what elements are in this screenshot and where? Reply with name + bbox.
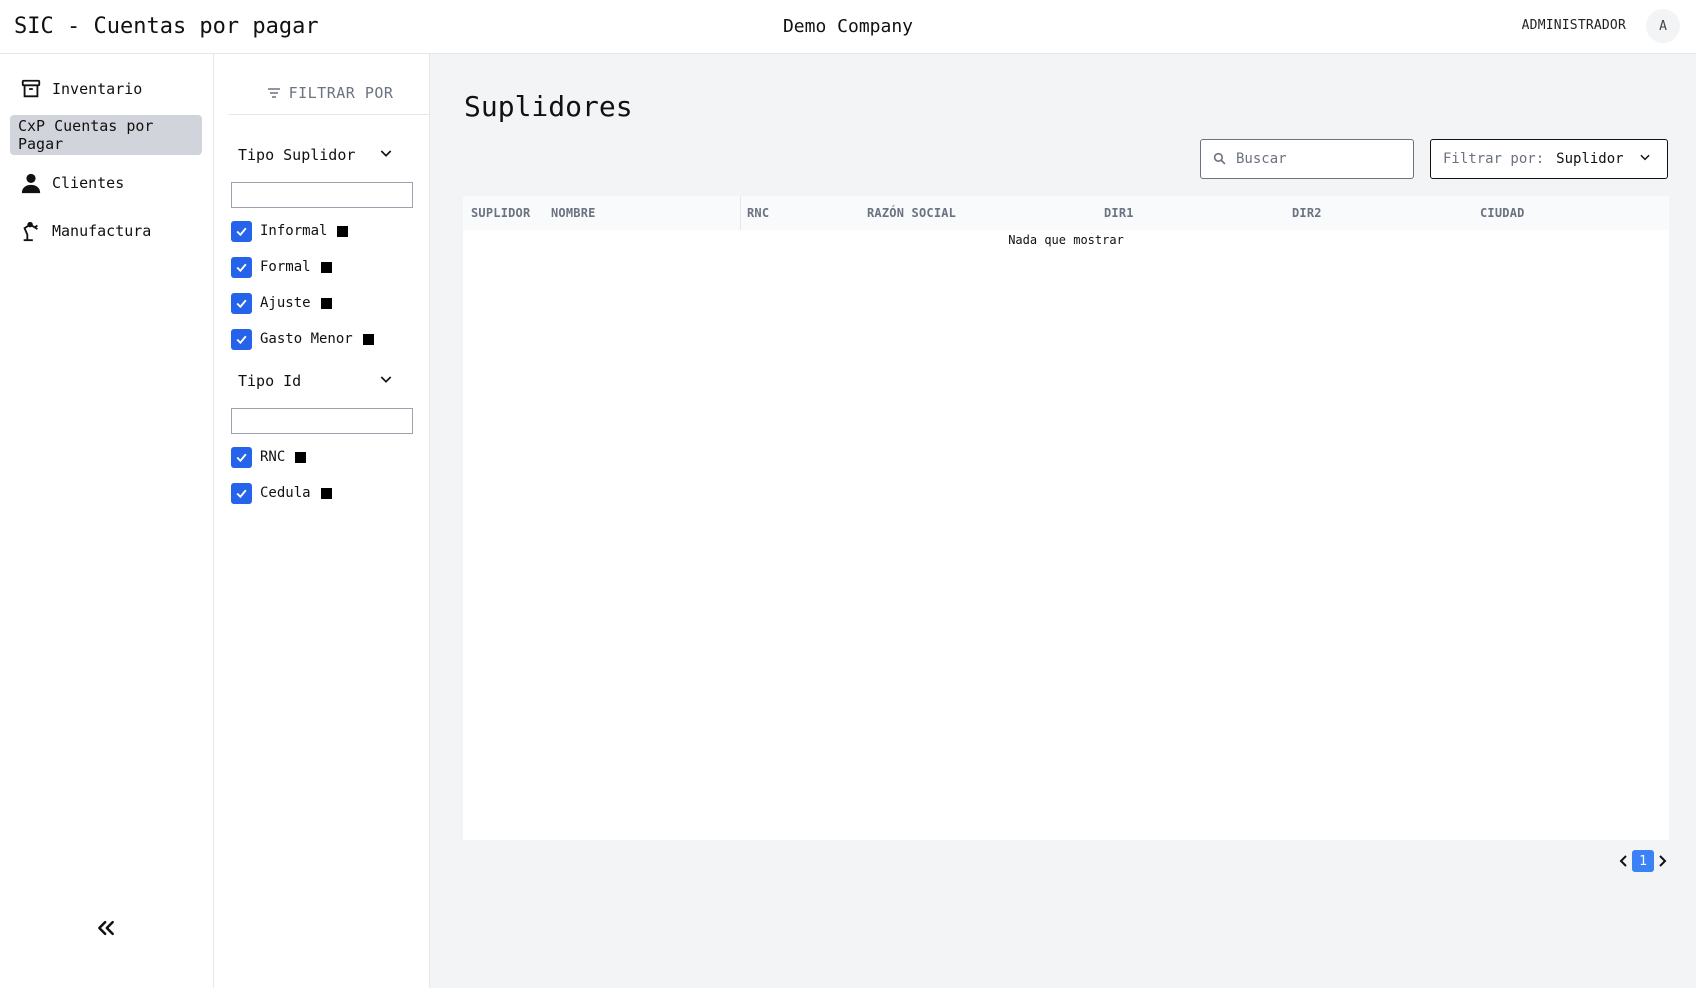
sidebar-item-label: CxP Cuentas por Pagar <box>18 117 154 153</box>
filter-option-formal[interactable]: Formal <box>231 255 332 279</box>
chevron-down-icon <box>1638 150 1652 168</box>
user-icon <box>20 172 42 194</box>
collapse-sidebar-button[interactable] <box>92 916 120 944</box>
pagination: 1 <box>1618 850 1668 872</box>
sidebar: Inventario CxP Cuentas por Pagar Cliente… <box>0 54 214 988</box>
option-label: Gasto Menor <box>260 331 353 347</box>
sidebar-item-label: Manufactura <box>52 222 152 240</box>
robot-arm-icon <box>20 220 42 242</box>
color-swatch <box>295 451 307 463</box>
filter-option-ajuste[interactable]: Ajuste <box>231 291 332 315</box>
filter-group-label: Tipo Id <box>238 372 302 390</box>
sidebar-item-inventario[interactable]: Inventario <box>10 69 202 109</box>
filter-lines-icon <box>267 87 281 99</box>
column-header-dir1[interactable]: DIR1 <box>1104 206 1134 220</box>
color-swatch <box>320 487 332 499</box>
main-content: Suplidores Filtrar por: Suplidor SUPLIDO… <box>430 54 1696 988</box>
filter-group-tipo-suplidor[interactable]: Tipo Suplidor <box>228 140 396 170</box>
filter-by-select[interactable]: Filtrar por: Suplidor <box>1430 139 1668 179</box>
color-swatch <box>362 333 374 345</box>
sidebar-item-manufactura[interactable]: Manufactura <box>10 211 202 251</box>
option-label: Informal <box>260 223 328 239</box>
checkbox-checked[interactable] <box>231 220 252 242</box>
column-header-rnc[interactable]: RNC <box>747 206 769 220</box>
sidebar-item-label: Inventario <box>52 80 143 98</box>
column-header-dir2[interactable]: DIR2 <box>1292 206 1322 220</box>
tipo-id-search-input[interactable] <box>231 408 413 434</box>
chevron-down-icon <box>378 145 394 165</box>
option-label: Formal <box>260 259 311 275</box>
checkbox-checked[interactable] <box>231 446 252 468</box>
filter-option-gasto-menor[interactable]: Gasto Menor <box>231 327 374 351</box>
suppliers-table: SUPLIDOR NOMBRE RNC RAZÓN SOCIAL DIR1 DI… <box>463 196 1669 840</box>
avatar[interactable]: A <box>1646 9 1680 43</box>
color-swatch <box>337 225 349 237</box>
column-header-ciudad[interactable]: CIUDAD <box>1480 206 1525 220</box>
filter-option-rnc[interactable]: RNC <box>231 445 307 469</box>
top-header: SIC - Cuentas por pagar Demo Company ADM… <box>0 0 1696 54</box>
checkbox-checked[interactable] <box>231 482 252 504</box>
table-header: SUPLIDOR NOMBRE RNC RAZÓN SOCIAL DIR1 DI… <box>463 196 1669 230</box>
chevron-down-icon <box>378 371 394 391</box>
company-name: Demo Company <box>782 16 914 37</box>
prev-page-button[interactable] <box>1618 850 1630 872</box>
sidebar-item-clientes[interactable]: Clientes <box>10 163 202 203</box>
sidebar-item-cxp[interactable]: CxP Cuentas por Pagar <box>10 115 202 155</box>
color-swatch <box>320 261 332 273</box>
filter-panel: FILTRAR POR Tipo Suplidor Informal Forma… <box>214 54 432 988</box>
checkbox-checked[interactable] <box>231 256 252 278</box>
sidebar-item-label: Clientes <box>52 174 125 192</box>
option-label: Ajuste <box>260 295 311 311</box>
page-button-current[interactable]: 1 <box>1632 850 1654 872</box>
search-box[interactable] <box>1200 139 1414 179</box>
filter-select-label: Filtrar por: <box>1443 151 1545 167</box>
column-header-nombre[interactable]: NOMBRE <box>551 206 596 220</box>
filter-group-label: Tipo Suplidor <box>238 146 356 164</box>
filter-option-cedula[interactable]: Cedula <box>231 481 332 505</box>
option-label: RNC <box>260 449 286 465</box>
column-header-suplidor[interactable]: SUPLIDOR <box>471 206 530 220</box>
filter-select-value: Suplidor <box>1556 151 1624 167</box>
tipo-suplidor-search-input[interactable] <box>231 182 413 208</box>
next-page-button[interactable] <box>1656 850 1668 872</box>
column-header-razon-social[interactable]: RAZÓN SOCIAL <box>867 206 956 220</box>
double-chevron-left-icon <box>96 918 116 942</box>
user-name[interactable]: ADMINISTRADOR <box>1522 18 1626 33</box>
color-swatch <box>320 297 332 309</box>
filter-group-tipo-id[interactable]: Tipo Id <box>228 366 396 396</box>
search-icon <box>1213 150 1226 169</box>
checkbox-checked[interactable] <box>231 292 252 314</box>
page-title: Suplidores <box>464 90 633 123</box>
filter-title: FILTRAR POR <box>228 84 432 115</box>
empty-table-message: Nada que mostrar <box>1008 233 1124 247</box>
filter-option-informal[interactable]: Informal <box>231 219 349 243</box>
option-label: Cedula <box>260 485 311 501</box>
checkbox-checked[interactable] <box>231 328 252 350</box>
archive-box-icon <box>20 78 42 100</box>
search-input[interactable] <box>1236 151 1396 167</box>
